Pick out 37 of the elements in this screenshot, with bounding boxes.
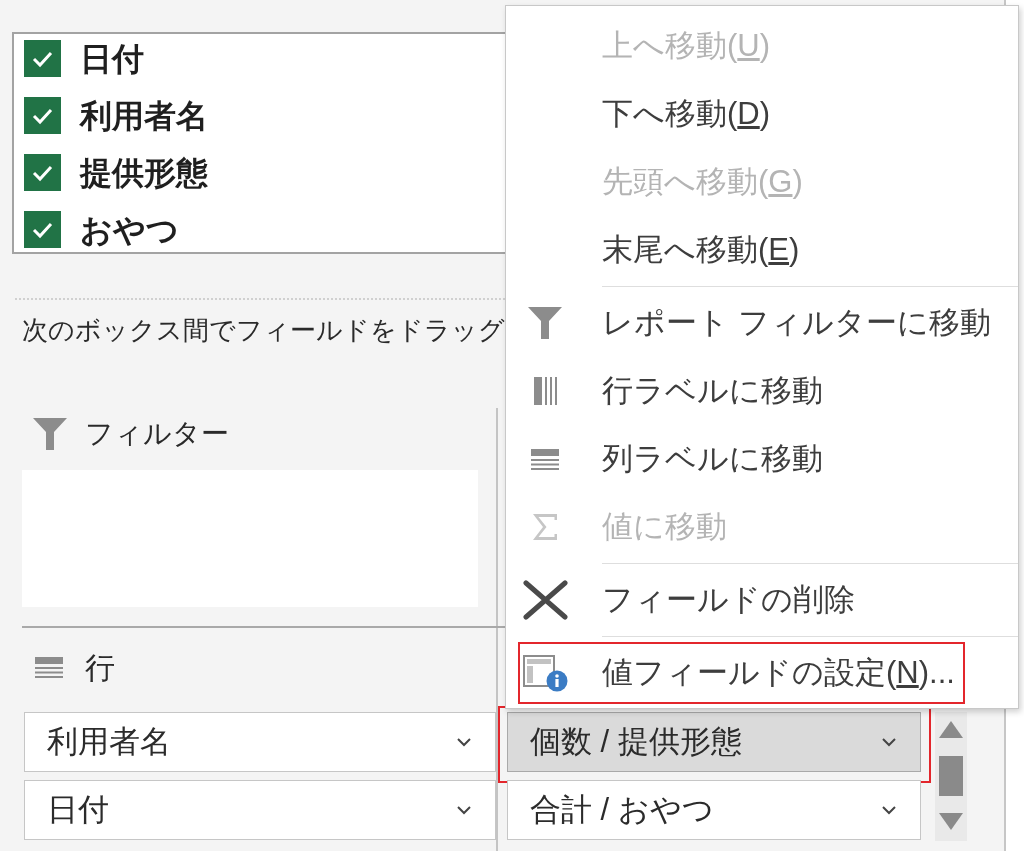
area-title: 行 <box>85 649 115 686</box>
field-dropdown[interactable]: 日付 <box>24 780 496 840</box>
menu-item[interactable]: 行ラベルに移動 <box>518 360 833 422</box>
menu-item[interactable]: 列ラベルに移動 <box>518 428 833 490</box>
instruction-text: 次のボックス間でフィールドをドラッグ <box>22 314 505 347</box>
field-name[interactable]: おやつ <box>80 210 179 250</box>
area-title: フィルター <box>85 417 229 451</box>
scroll-down-icon[interactable] <box>939 813 963 830</box>
chevron-down-icon <box>882 805 896 815</box>
chevron-down-icon <box>882 737 896 747</box>
filter-icon <box>33 418 67 450</box>
field-dropdown[interactable]: 利用者名 <box>24 712 496 772</box>
menu-item[interactable]: レポート フィルターに移動 <box>518 292 1001 354</box>
checkbox[interactable] <box>24 40 61 77</box>
menu-item[interactable]: 末尾へ移動(E) <box>518 219 810 281</box>
scroll-up-icon[interactable] <box>939 721 963 738</box>
checkbox[interactable] <box>24 97 61 134</box>
field-dropdown[interactable]: 合計 / おやつ <box>507 780 921 840</box>
cross-icon <box>522 580 568 620</box>
field-name[interactable]: 提供形態 <box>80 153 208 193</box>
field-name[interactable]: 利用者名 <box>80 96 208 136</box>
chevron-down-icon <box>457 805 471 815</box>
chevron-down-icon <box>457 737 471 747</box>
checkbox[interactable] <box>24 154 61 191</box>
window-info-icon <box>522 654 568 692</box>
menu-item[interactable]: フィールドの削除 <box>518 569 865 631</box>
field-name[interactable]: 日付 <box>80 39 144 79</box>
filter-icon <box>528 307 562 339</box>
menu-item[interactable]: 値フィールドの設定(N)... <box>518 642 965 704</box>
checkbox[interactable] <box>24 211 61 248</box>
field-dropdown[interactable]: 個数 / 提供形態 <box>507 712 921 772</box>
horizontal-lines-icon <box>35 656 63 678</box>
horizontal-lines-icon <box>531 448 559 470</box>
scrollbar-thumb[interactable] <box>939 756 963 796</box>
sigma-icon <box>531 513 559 541</box>
vertical-bars-icon <box>533 377 557 405</box>
menu-item[interactable]: 下へ移動(D) <box>518 83 781 145</box>
